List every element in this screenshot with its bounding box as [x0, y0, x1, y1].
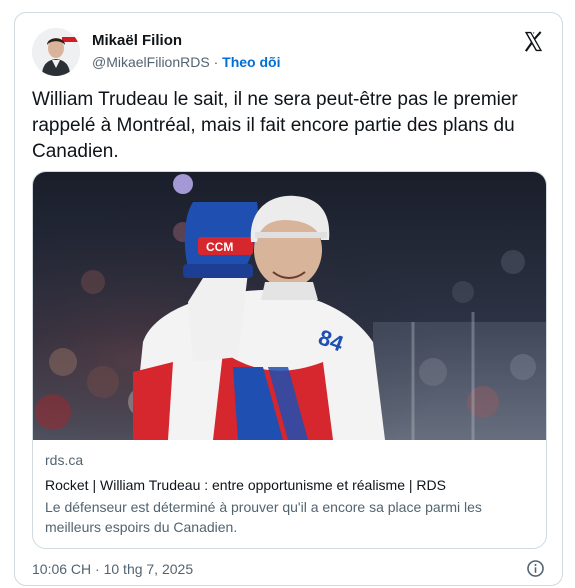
- tweet-footer: 10:06 CH · 10 thg 7, 2025: [32, 559, 545, 579]
- link-title[interactable]: Rocket | William Trudeau : entre opportu…: [45, 475, 534, 495]
- handle-separator: ·: [213, 54, 219, 70]
- link-domain: rds.ca: [45, 452, 84, 468]
- link-description: Le défenseur est déterminé à prouver qu'…: [45, 499, 482, 535]
- info-icon[interactable]: [526, 559, 545, 578]
- x-logo-icon[interactable]: [522, 30, 545, 53]
- author-handle-row: @MikaelFilionRDS · Theo dõi: [92, 54, 280, 70]
- author-avatar[interactable]: [32, 28, 80, 76]
- avatar-image: [32, 28, 80, 76]
- tweet-header: Mikaël Filion @MikaelFilionRDS · Theo dõ…: [32, 28, 545, 76]
- link-preview-card[interactable]: CCM 84 rds.ca Rocket | William Trudeau :…: [32, 171, 547, 549]
- tweet-card: Mikaël Filion @MikaelFilionRDS · Theo dõ…: [14, 12, 563, 586]
- author-handle[interactable]: @MikaelFilionRDS: [92, 54, 210, 70]
- svg-text:CCM: CCM: [206, 240, 233, 254]
- tweet-timestamp[interactable]: 10:06 CH · 10 thg 7, 2025: [32, 561, 193, 577]
- author-name[interactable]: Mikaël Filion: [92, 32, 182, 49]
- article-photo: CCM 84: [33, 172, 546, 440]
- link-meta: rds.ca Rocket | William Trudeau : entre …: [45, 451, 534, 537]
- follow-button[interactable]: Theo dõi: [222, 54, 280, 70]
- tweet-text: William Trudeau le sait, il ne sera peut…: [32, 89, 518, 162]
